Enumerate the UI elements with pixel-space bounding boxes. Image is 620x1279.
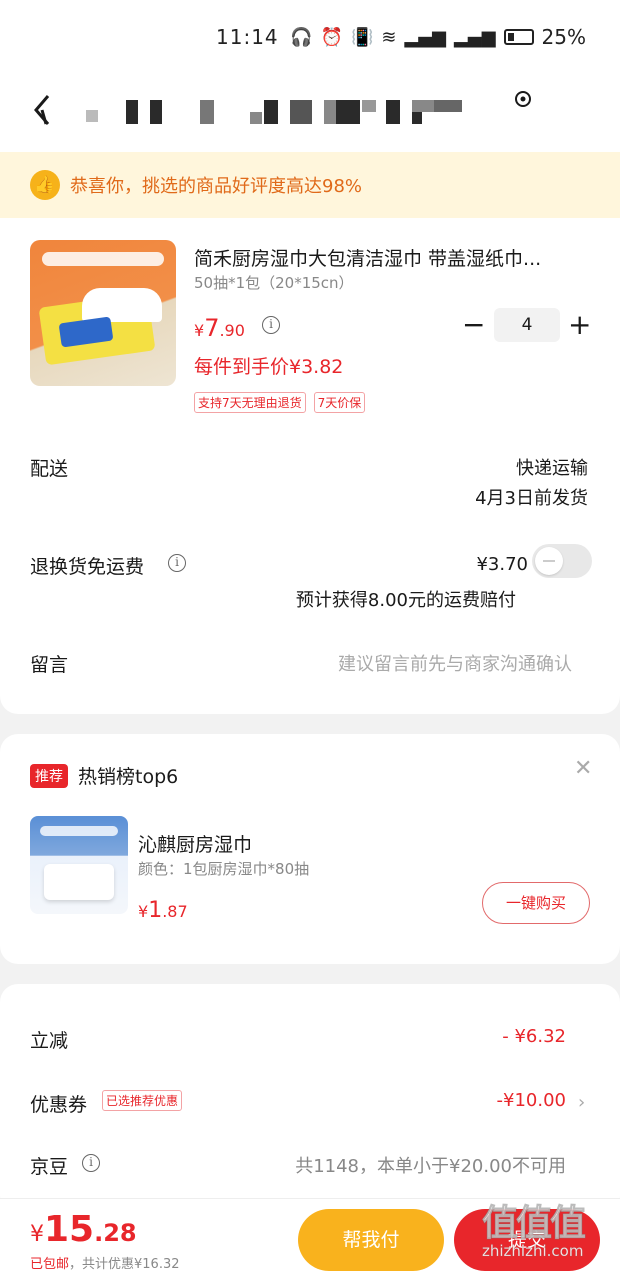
return-info-icon[interactable]: i: [168, 554, 186, 572]
ship-date: 4月3日前发货: [475, 488, 588, 509]
hot-price-decimal: .87: [162, 902, 188, 921]
status-bar: 11:14 🎧 ⏰ 📳 ≋ ▂▄▆ ▂▄▆ 25%: [0, 0, 620, 72]
status-time: 11:14: [216, 25, 279, 49]
hot-item-image[interactable]: [30, 816, 128, 914]
hot-list-title: 热销榜top6: [78, 766, 179, 788]
product-card: 简禾厨房湿巾大包清洁湿巾 带盖湿纸巾... 50抽*1包（20*15cn） ¥7…: [0, 218, 620, 714]
message-label: 留言: [30, 654, 69, 676]
chevron-right-icon[interactable]: ›: [578, 1092, 585, 1113]
beans-label: 京豆: [30, 1156, 69, 1178]
battery-percent: 25%: [541, 25, 586, 49]
total-decimal: .28: [94, 1219, 137, 1247]
submit-order-button[interactable]: 提交: [454, 1209, 600, 1271]
discount-value: - ¥6.32: [502, 1026, 566, 1047]
net-price: 每件到手价¥3.82: [194, 356, 344, 378]
hot-item-spec: 颜色：1包厨房湿巾*80抽: [138, 860, 310, 878]
one-click-buy-button[interactable]: 一键购买: [482, 882, 590, 924]
signal-2-icon: ▂▄▆: [454, 26, 496, 48]
location-pin-icon[interactable]: [512, 89, 534, 111]
free-shipping: 已包邮: [30, 1257, 70, 1272]
service-tags: 支持7天无理由退货 7天价保: [194, 392, 366, 413]
hot-price-symbol: ¥: [138, 902, 149, 921]
total-subtext: 已包邮，共计优惠¥16.32: [30, 1253, 180, 1272]
discount-label: 立减: [30, 1030, 69, 1052]
delivery-method[interactable]: 快递运输: [516, 454, 588, 480]
return-shipping-price: ¥3.70: [476, 554, 528, 575]
hot-list-card: 推荐 热销榜top6 ✕ 沁麒厨房湿巾 颜色：1包厨房湿巾*80抽 ¥1.87 …: [0, 734, 620, 964]
headphones-icon: 🎧: [290, 26, 313, 48]
pay-for-me-button[interactable]: 帮我付: [298, 1209, 444, 1271]
total-integer: 15: [44, 1209, 95, 1250]
store-name-pixelated: [86, 86, 466, 138]
savings-text: ，共计优惠¥16.32: [69, 1257, 180, 1272]
price-symbol: ¥: [194, 321, 205, 340]
beans-info-icon[interactable]: i: [82, 1154, 100, 1172]
status-icons: 🎧 ⏰ 📳 ≋ ▂▄▆ ▂▄▆ 25%: [290, 25, 586, 49]
vibrate-icon: 📳: [350, 26, 374, 48]
hot-item-price: ¥1.87: [138, 898, 188, 923]
quantity-decrease-button[interactable]: −: [462, 308, 486, 342]
signal-icon: ▂▄▆: [404, 26, 447, 48]
total-price: ¥15.28: [30, 1209, 137, 1250]
quantity-input[interactable]: 4: [494, 308, 560, 342]
product-price: ¥7.90: [194, 314, 245, 342]
wifi-icon: ≋: [381, 26, 397, 48]
close-icon[interactable]: ✕: [574, 756, 592, 781]
price-integer: 7: [204, 314, 220, 342]
coupon-label: 优惠券: [30, 1094, 88, 1116]
hot-price-integer: 1: [148, 898, 163, 923]
alarm-icon: ⏰: [320, 26, 343, 48]
tag-price-protect: 7天价保: [313, 392, 366, 413]
thumbs-up-icon: 👍: [30, 170, 60, 200]
product-image[interactable]: [30, 240, 176, 386]
recommend-badge: 推荐: [30, 764, 68, 788]
info-icon[interactable]: i: [262, 316, 280, 334]
coupon-badge: 已选推荐优惠: [102, 1090, 183, 1111]
checkout-bar: ¥15.28 已包邮，共计优惠¥16.32 帮我付 提交: [0, 1198, 620, 1279]
nav-bar: [0, 72, 620, 152]
message-input[interactable]: 建议留言前先与商家沟通确认: [338, 650, 572, 676]
toggle-knob: [535, 547, 563, 575]
hot-item-name[interactable]: 沁麒厨房湿巾: [138, 830, 252, 857]
product-spec[interactable]: 50抽*1包（20*15cn）: [194, 272, 354, 293]
back-chevron-icon[interactable]: [28, 90, 58, 130]
total-symbol: ¥: [30, 1222, 44, 1247]
battery-icon: [503, 29, 534, 45]
coupon-value[interactable]: -¥10.00: [497, 1090, 566, 1111]
return-shipping-toggle[interactable]: [532, 544, 592, 578]
summary-card: 立减 - ¥6.32 优惠券 已选推荐优惠 -¥10.00 › 京豆 i 共11…: [0, 984, 620, 1214]
praise-banner: 👍 恭喜你，挑选的商品好评度高达98%: [0, 152, 620, 218]
tag-return: 支持7天无理由退货: [194, 392, 306, 413]
beans-note: 共1148，本单小于¥20.00不可用: [295, 1156, 566, 1177]
quantity-increase-button[interactable]: +: [568, 308, 592, 342]
banner-text: 恭喜你，挑选的商品好评度高达98%: [70, 176, 363, 197]
delivery-label: 配送: [30, 458, 69, 480]
product-title[interactable]: 简禾厨房湿巾大包清洁湿巾 带盖湿纸巾...: [194, 244, 590, 271]
return-shipping-note: 预计获得8.00元的运费赔付: [295, 590, 516, 611]
return-shipping-label: 退换货免运费: [30, 556, 145, 578]
price-decimal: .90: [219, 321, 245, 340]
